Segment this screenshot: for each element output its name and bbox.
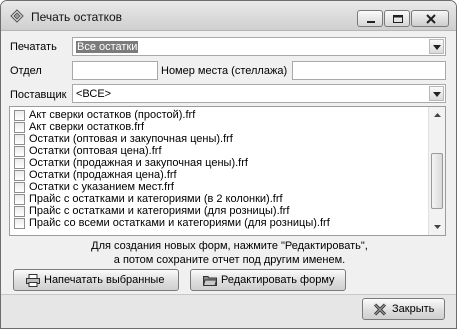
checkbox[interactable] [14, 218, 25, 229]
print-selected-label: Напечатать выбранные [44, 274, 165, 286]
print-label: Печатать [10, 41, 57, 53]
supplier-dropdown-button[interactable] [429, 86, 444, 101]
list-item[interactable]: Акт сверки остатков.frf [10, 121, 430, 133]
folder-icon [202, 274, 218, 287]
scroll-down-icon[interactable] [433, 222, 442, 231]
checkbox[interactable] [14, 194, 25, 205]
printer-icon [26, 274, 40, 287]
edit-form-label: Редактировать форму [221, 274, 335, 286]
dept-field[interactable] [72, 61, 158, 80]
hint-line-1: Для создания новых форм, нажмите "Редакт… [91, 240, 368, 252]
supplier-label: Поставщик [10, 89, 67, 101]
print-type-select[interactable]: Все остатки [72, 37, 446, 56]
print-selected-button[interactable]: Напечатать выбранные [13, 269, 179, 291]
list-item[interactable]: Прайс со всеми остатками и категориями (… [10, 217, 430, 229]
list-item[interactable]: Остатки с указанием мест.frf [10, 181, 430, 193]
print-type-dropdown-button[interactable] [429, 39, 444, 54]
checkbox[interactable] [14, 134, 25, 145]
minimize-button[interactable] [357, 10, 383, 27]
checkbox[interactable] [14, 170, 25, 181]
title-bar[interactable]: Печать остатков [1, 1, 456, 31]
minimize-icon [358, 19, 384, 31]
checkbox[interactable] [14, 110, 25, 121]
list-item[interactable]: Остатки (оптовая и закупочная цены).frf [10, 133, 430, 145]
list-item[interactable]: Остатки (продажная и закупочная цены).fr… [10, 157, 430, 169]
checkbox[interactable] [14, 206, 25, 217]
checkbox[interactable] [14, 146, 25, 157]
close-x-icon [373, 303, 387, 316]
scroll-up-icon[interactable] [433, 111, 442, 120]
print-stock-dialog: Печать остатков Печатать Все остатки Отд… [0, 0, 457, 329]
checkbox[interactable] [14, 182, 25, 193]
supplier-select[interactable]: <ВСЕ> [72, 84, 446, 103]
close-label: Закрыть [392, 303, 435, 315]
chevron-down-icon [433, 45, 441, 50]
list-item[interactable]: Остатки (продажная цена).frf [10, 169, 430, 181]
close-window-button[interactable] [411, 10, 449, 27]
place-label: Номер места (стеллажа) [161, 65, 288, 77]
print-type-value: Все остатки [76, 41, 139, 53]
window-title: Печать остатков [31, 10, 123, 24]
checkbox[interactable] [14, 122, 25, 133]
scroll-thumb[interactable] [431, 153, 443, 209]
supplier-value: <ВСЕ> [76, 88, 112, 100]
dept-label: Отдел [10, 65, 42, 77]
list-item[interactable]: Прайс с остатками и категориями (в 2 кол… [10, 193, 430, 205]
close-icon [412, 14, 450, 31]
list-item[interactable]: Остатки (оптовая цена).frf [10, 145, 430, 157]
maximize-button[interactable] [384, 10, 410, 27]
place-field[interactable] [292, 61, 446, 80]
app-icon [9, 8, 25, 24]
list-item[interactable]: Акт сверки остатков (простой).frf [10, 109, 430, 121]
list-item[interactable]: Прайс с остатками и категориями (для роз… [10, 205, 430, 217]
edit-form-button[interactable]: Редактировать форму [190, 269, 346, 291]
maximize-icon [385, 15, 411, 31]
checkbox[interactable] [14, 158, 25, 169]
hint-line-2: а потом сохраните отчет под другим имене… [113, 254, 346, 266]
list-scrollbar[interactable] [428, 107, 445, 235]
close-button[interactable]: Закрыть [362, 298, 445, 320]
report-forms-list[interactable]: Акт сверки остатков (простой).frf Акт св… [9, 106, 446, 236]
chevron-down-icon [433, 92, 441, 97]
